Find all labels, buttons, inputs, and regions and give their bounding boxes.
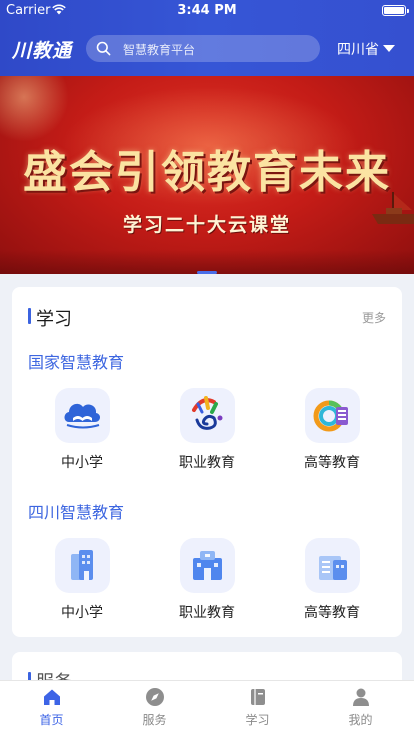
person-icon	[353, 688, 369, 706]
home-icon	[44, 689, 60, 705]
compass-icon	[146, 688, 164, 706]
app-logo: 川教通	[12, 40, 73, 62]
national-higher-edu-item[interactable]: 高等教育	[282, 388, 382, 472]
national-vocational-item[interactable]: 职业教育	[157, 388, 257, 472]
sichuan-higher-edu-item[interactable]: 高等教育	[282, 538, 382, 622]
banner-carousel[interactable]: 盛会引领教育未来 学习二十大云课堂	[0, 76, 414, 274]
tab-mine[interactable]: 我的	[309, 681, 412, 736]
higher-edu-logo-icon	[304, 388, 360, 443]
tab-label: 学习	[245, 713, 270, 727]
item-label: 中小学	[61, 605, 103, 621]
group-title-national[interactable]: 国家智慧教育	[28, 349, 124, 373]
section-accent-bar	[28, 308, 31, 324]
bottom-tab-bar: 首页 服务 学习 我的	[0, 680, 414, 736]
item-label: 职业教育	[179, 605, 235, 621]
university-building-icon	[304, 538, 360, 593]
battery-icon	[382, 5, 409, 16]
learning-card: 学习 更多 国家智慧教育 中小学 职业教育 高等教育 四川智慧教育 中小学 职业…	[12, 287, 402, 637]
item-label: 中小学	[61, 455, 103, 471]
region-label: 四川省	[337, 42, 379, 58]
banner-title: 盛会引领教育未来	[23, 147, 391, 198]
search-placeholder: 智慧教育平台	[123, 43, 196, 57]
school-building-icon	[54, 538, 110, 593]
item-label: 高等教育	[304, 455, 360, 471]
tab-label: 服务	[142, 713, 167, 727]
vocational-building-icon	[179, 538, 235, 593]
sichuan-vocational-item[interactable]: 职业教育	[157, 538, 257, 622]
status-bar: Carrier 3:44 PM	[0, 0, 414, 22]
red-boat-icon	[372, 192, 414, 224]
item-label: 职业教育	[179, 455, 235, 471]
tab-learning[interactable]: 学习	[206, 681, 309, 736]
group-title-sichuan[interactable]: 四川智慧教育	[28, 499, 124, 523]
national-k12-item[interactable]: 中小学	[32, 388, 132, 472]
clock: 3:44 PM	[177, 3, 237, 18]
tab-home[interactable]: 首页	[0, 681, 103, 736]
search-bar[interactable]: 智慧教育平台	[86, 35, 320, 62]
book-icon	[251, 689, 265, 705]
section-title-learning: 学习	[36, 309, 72, 330]
search-icon	[96, 41, 111, 56]
region-selector[interactable]: 四川省	[337, 39, 395, 59]
sichuan-k12-item[interactable]: 中小学	[32, 538, 132, 622]
tab-service[interactable]: 服务	[103, 681, 206, 736]
palette-logo-icon	[179, 388, 235, 443]
tab-label: 我的	[348, 713, 373, 727]
cloud-book-icon	[54, 388, 110, 443]
chevron-down-icon	[383, 45, 395, 52]
tab-label: 首页	[39, 713, 64, 727]
app-header: Carrier 3:44 PM 川教通 智慧教育平台 四川省	[0, 0, 414, 76]
banner-subtitle: 学习二十大云课堂	[122, 214, 291, 236]
item-label: 高等教育	[304, 605, 360, 621]
more-link[interactable]: 更多	[362, 309, 386, 326]
carousel-indicator	[0, 259, 414, 274]
